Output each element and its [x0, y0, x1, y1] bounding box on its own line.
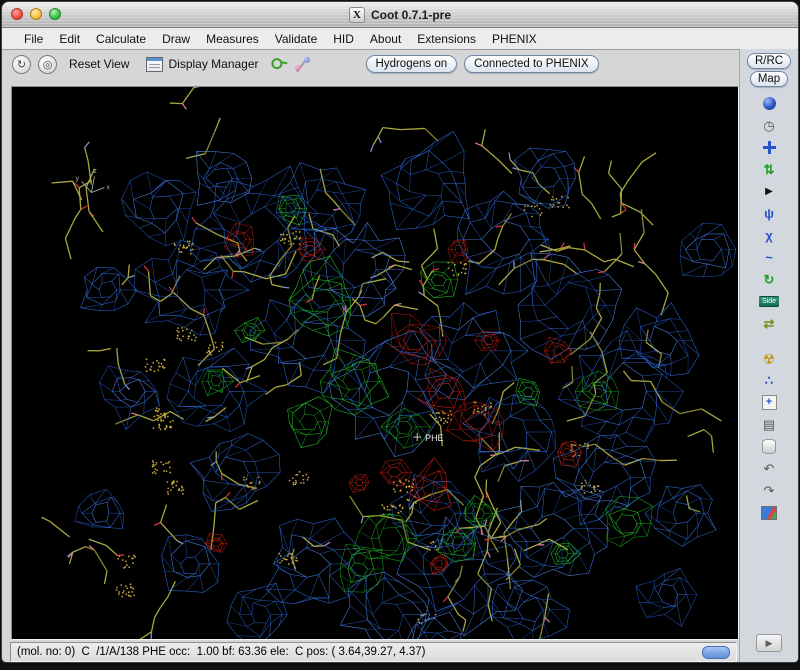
refine-sphere-icon[interactable] [759, 94, 779, 113]
connected-to-phenix-button[interactable]: Connected to PHENIX [464, 55, 598, 73]
menu-edit[interactable]: Edit [51, 30, 88, 48]
menu-extensions[interactable]: Extensions [409, 30, 484, 48]
svg-text:x: x [106, 184, 110, 191]
psi-glyph: ψ [764, 207, 774, 220]
play-glyph: ▶ [766, 638, 773, 649]
menu-bar: File Edit Calculate Draw Measures Valida… [2, 28, 798, 50]
hydrogens-button[interactable]: Hydrogens on [366, 55, 458, 73]
add-alt-conf-icon[interactable]: ∴ [759, 371, 779, 390]
triangle-glyph: ▶ [765, 187, 773, 197]
left-pane: ↻ ◎ Reset View Display Manager Hydrogens… [2, 49, 739, 662]
play-button[interactable]: ▶ [756, 634, 782, 652]
cylinder-glyph [762, 439, 776, 454]
menu-file[interactable]: File [16, 30, 51, 48]
rotate-translate-zone-icon[interactable]: ⇅ [759, 160, 779, 179]
centre-view-glyph: ◎ [43, 58, 53, 71]
svg-text:y: y [76, 175, 80, 182]
flag-glyph [761, 506, 777, 520]
undo-glyph: ↶ [764, 462, 775, 475]
flip-glyph: ↻ [764, 273, 775, 286]
torsion-general-icon[interactable]: ~ [759, 248, 779, 267]
titlebar[interactable]: X Coot 0.7.1-pre [2, 2, 798, 28]
horizontal-scrollbar-thumb[interactable] [702, 646, 730, 659]
menu-draw[interactable]: Draw [154, 30, 198, 48]
menu-phenix[interactable]: PHENIX [484, 30, 545, 48]
preferences-icon[interactable] [759, 503, 779, 522]
window-title: Coot 0.7.1-pre [371, 8, 451, 22]
reset-view-button[interactable]: Reset View [64, 55, 134, 73]
centre-view-icon[interactable]: ◎ [38, 55, 57, 74]
sphere-glyph [763, 97, 776, 110]
menu-calculate[interactable]: Calculate [88, 30, 154, 48]
edit-chi-angles-icon[interactable]: χ [759, 226, 779, 245]
spin-view-icon[interactable]: ↻ [12, 55, 31, 74]
flip-peptide-icon[interactable]: ↻ [759, 270, 779, 289]
display-manager-label: Display Manager [168, 57, 258, 71]
plus-glyph: + [762, 395, 777, 410]
residue-info-icon[interactable]: ▤ [759, 415, 779, 434]
place-atom-icon[interactable]: + [759, 393, 779, 412]
residue-label: PHE [425, 433, 443, 443]
menu-measures[interactable]: Measures [198, 30, 267, 48]
clock-glyph: ◷ [763, 119, 774, 132]
undo-icon[interactable]: ↶ [759, 459, 779, 478]
mutate-residue-icon[interactable]: ⇄ [759, 314, 779, 333]
map-button[interactable]: Map [750, 71, 788, 87]
chi-glyph: χ [765, 229, 772, 242]
display-manager-icon [146, 57, 163, 72]
add-terminal-residue-icon[interactable]: ☢ [759, 349, 779, 368]
rigid-body-fit-icon[interactable] [759, 138, 779, 157]
redo-glyph: ↷ [764, 484, 775, 497]
display-manager-button[interactable]: Display Manager [141, 55, 263, 74]
alt-conf-glyph: ∴ [765, 374, 773, 387]
rotamers-icon[interactable]: ψ [759, 204, 779, 223]
menu-hid[interactable]: HID [325, 30, 362, 48]
menu-about[interactable]: About [362, 30, 409, 48]
side-chain-flip-icon[interactable]: Side [759, 292, 779, 311]
modelling-icon-strip: ◷ ⇅ ▶ ψ χ ~ ↻ Side ⇄ ☢ ∴ + ▤ ↶ ↷ [759, 87, 779, 631]
auto-fit-rotamer-icon[interactable]: ▶ [759, 182, 779, 201]
graphics-canvas[interactable]: x y z PHE [11, 86, 739, 640]
window-content: ↻ ◎ Reset View Display Manager Hydrogens… [2, 49, 798, 662]
status-text: (mol. no: 0) C /1/A/138 PHE occ: 1.00 bf… [17, 646, 694, 658]
coot-window: X Coot 0.7.1-pre File Edit Calculate Dra… [1, 1, 799, 663]
spin-view-glyph: ↻ [17, 58, 26, 71]
delete-item-icon[interactable] [759, 437, 779, 456]
status-bar: (mol. no: 0) C /1/A/138 PHE occ: 1.00 bf… [10, 642, 737, 662]
redo-icon[interactable]: ↷ [759, 481, 779, 500]
window-title-area: X Coot 0.7.1-pre [349, 7, 451, 23]
grid-glyph: ▤ [763, 418, 775, 431]
mutate-glyph: ⇄ [764, 317, 775, 330]
torsion-glyph: ~ [765, 251, 773, 264]
right-toolbar-panel: R/RC Map ◷ ⇅ ▶ ψ χ ~ ↻ Side ⇄ ☢ ∴ + ▤ [739, 49, 798, 662]
svg-text:z: z [93, 168, 97, 175]
rrc-button[interactable]: R/RC [747, 53, 791, 69]
distances-icon[interactable] [294, 57, 311, 72]
move-cross-glyph [763, 141, 776, 154]
real-space-refine-zone-icon[interactable]: ◷ [759, 116, 779, 135]
x11-icon: X [349, 7, 365, 23]
menu-validate[interactable]: Validate [267, 30, 325, 48]
traffic-lights [11, 8, 61, 20]
key-icon[interactable] [267, 53, 289, 75]
molecular-viewport[interactable]: x y z PHE [12, 87, 738, 639]
radiation-glyph: ☢ [763, 352, 776, 366]
rotate-translate-glyph: ⇅ [764, 163, 775, 176]
zoom-button[interactable] [49, 8, 61, 20]
side-badge: Side [759, 296, 779, 307]
minimize-button[interactable] [30, 8, 42, 20]
main-toolbar: ↻ ◎ Reset View Display Manager Hydrogens… [2, 49, 739, 79]
close-button[interactable] [11, 8, 23, 20]
